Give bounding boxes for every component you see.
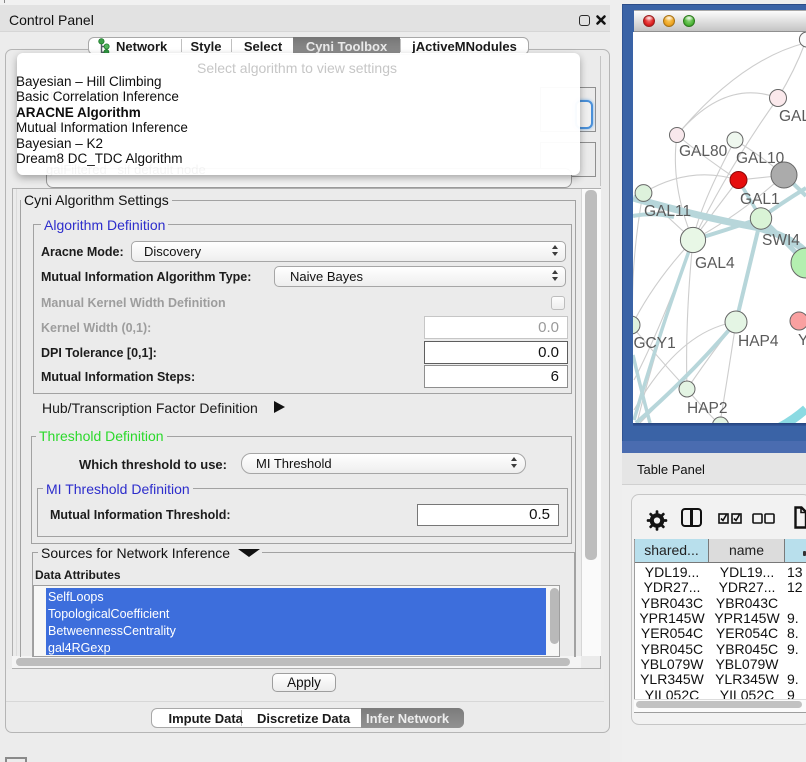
svg-text:GAL4: GAL4 (695, 255, 735, 272)
svg-text:GAL1: GAL1 (740, 191, 780, 208)
svg-text:GAL10: GAL10 (736, 150, 785, 167)
svg-text:GAL80: GAL80 (679, 143, 728, 160)
svg-text:Y: Y (798, 332, 806, 349)
svg-text:GAL: GAL (779, 108, 806, 125)
svg-text:SWI4: SWI4 (762, 232, 800, 249)
svg-text:GAL11: GAL11 (644, 203, 691, 220)
svg-text:GCY1: GCY1 (634, 335, 676, 352)
svg-text:HAP4: HAP4 (738, 333, 779, 350)
svg-text:HAP2: HAP2 (687, 400, 728, 417)
